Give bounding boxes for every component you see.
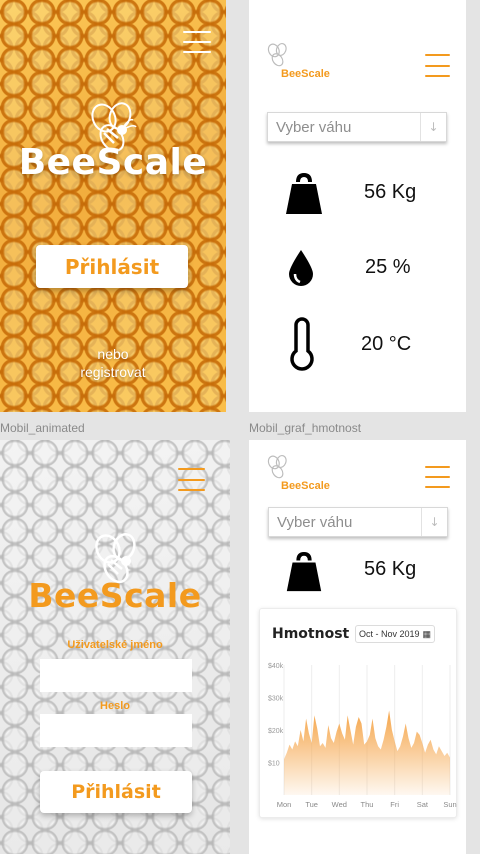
x-tick-label: Sun (443, 800, 456, 809)
water-drop-icon (289, 250, 313, 286)
brand-title: BeeScale (18, 142, 208, 183)
login-button[interactable]: Přihlásit (36, 245, 188, 288)
weight-icon (286, 172, 322, 214)
chevron-down-icon: ↓ (421, 508, 447, 536)
weight-value: 56 Kg (364, 181, 417, 203)
brand-title: BeeScale (28, 576, 202, 615)
chevron-down-icon: ↓ (420, 113, 446, 141)
x-tick-label: Tue (305, 800, 318, 809)
x-tick-label: Sat (417, 800, 429, 809)
y-tick-label: $40k (268, 663, 284, 670)
hamburger-menu-icon[interactable] (183, 31, 211, 53)
hamburger-menu-icon[interactable] (178, 468, 205, 491)
calendar-icon: ▦ (422, 628, 432, 639)
y-tick-label: $20k (268, 728, 284, 735)
weight-chart-card: Hmotnost Oct - Nov 2019 ▦ $40k $30k $20k $1… (259, 608, 457, 818)
register-text-line2[interactable]: registrovat (0, 364, 226, 381)
x-tick-label: Thu (361, 800, 374, 809)
x-tick-label: Wed (332, 800, 347, 809)
brand-small: BeeScale (281, 480, 330, 492)
x-tick-label: Fri (390, 800, 399, 809)
screen-login-animated: BeeScale Přihlásit nebo registrovat (0, 0, 226, 412)
y-tick-label: $30k (268, 696, 284, 703)
thermometer-icon (290, 317, 314, 371)
bee-icon (267, 455, 287, 479)
screen-login-form: BeeScale Uživatelské jméno Heslo Přihlás… (0, 440, 230, 854)
scale-select-value: Vyber váhu (277, 513, 353, 531)
scale-select-value: Vyber váhu (276, 118, 352, 136)
username-field[interactable] (40, 659, 192, 692)
hamburger-menu-icon[interactable] (425, 54, 450, 77)
temperature-value: 20 °C (361, 333, 412, 355)
date-range-text: Oct - Nov 2019 (359, 629, 420, 639)
weight-value: 56 Kg (364, 558, 417, 580)
screen-dashboard: BeeScale Vyber váhu ↓ 56 Kg 25 % 20 °C (249, 0, 466, 412)
chart-title: Hmotnost (272, 626, 350, 642)
password-label: Heslo (100, 700, 130, 712)
weight-icon (286, 551, 322, 592)
password-field[interactable] (40, 714, 192, 747)
x-tick-label: Mon (277, 800, 292, 809)
brand-small: BeeScale (281, 68, 330, 80)
artboard-label-animated: Mobil_animated (0, 421, 85, 435)
scale-select[interactable]: Vyber váhu ↓ (267, 112, 447, 142)
screen-graph: BeeScale Vyber váhu ↓ 56 Kg Hmotnost Oct… (249, 440, 466, 854)
bee-icon (267, 43, 287, 67)
y-tick-label: $10 (268, 761, 280, 768)
scale-select[interactable]: Vyber váhu ↓ (268, 507, 448, 537)
login-button[interactable]: Přihlásit (40, 771, 192, 813)
register-text-line1[interactable]: nebo (0, 346, 226, 363)
hamburger-menu-icon[interactable] (425, 466, 450, 488)
artboard-label-graph: Mobil_graf_hmotnost (249, 421, 362, 435)
weight-area-chart: $40k $30k $20k $10 Mon Tue Wed Thu Fri Sat Sun (268, 663, 457, 809)
username-label: Uživatelské jméno (67, 639, 163, 651)
humidity-value: 25 % (365, 256, 411, 278)
date-range-picker[interactable]: Oct - Nov 2019 ▦ (355, 625, 436, 643)
